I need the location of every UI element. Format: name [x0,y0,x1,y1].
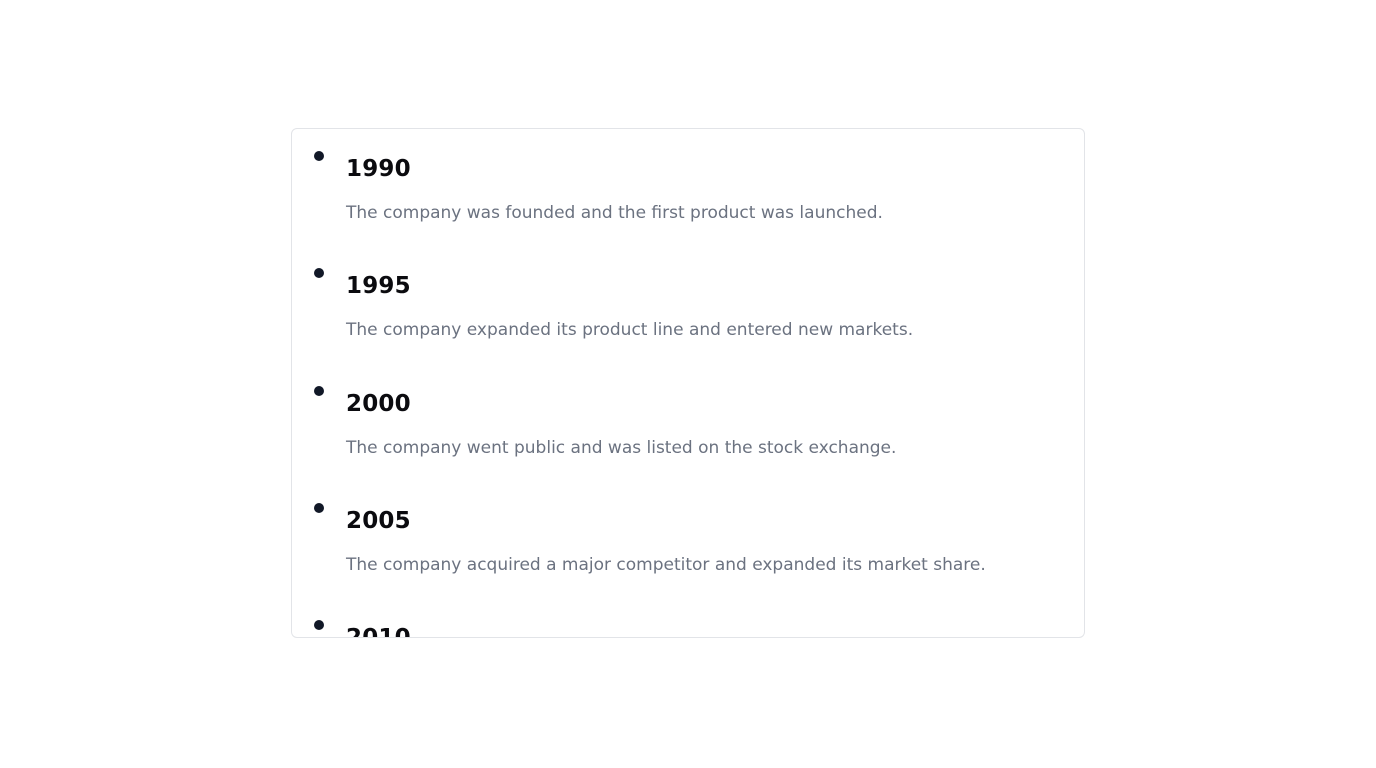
timeline-dot-icon [314,268,324,279]
timeline-list: 1990 The company was founded and the fir… [292,129,1084,638]
timeline-dot-icon [314,620,324,630]
timeline-card: 1990 The company was founded and the fir… [291,128,1085,638]
timeline-item-2000: 2000 The company went public and was lis… [292,364,1084,481]
timeline-dot-icon [314,385,324,396]
timeline-item-2005: 2005 The company acquired a major compet… [292,481,1084,598]
timeline-description: The company went public and was listed o… [346,437,897,458]
timeline-year: 2000 [346,390,411,417]
timeline-description: The company acquired a major competitor … [346,554,986,575]
timeline-dot-icon [314,151,324,161]
timeline-description: The company expanded its product line an… [346,320,914,341]
timeline-description: The company was founded and the first pr… [346,203,883,223]
timeline-year: 1995 [346,273,411,300]
timeline-dot-icon [314,502,324,513]
timeline-item-1995: 1995 The company expanded its product li… [292,246,1084,363]
timeline-year: 1990 [346,156,411,182]
timeline-item-1990: 1990 The company was founded and the fir… [292,129,1084,246]
timeline-item-2010: 2010 [292,598,1084,638]
timeline-year: 2010 [346,625,411,638]
timeline-year: 2005 [346,507,411,534]
